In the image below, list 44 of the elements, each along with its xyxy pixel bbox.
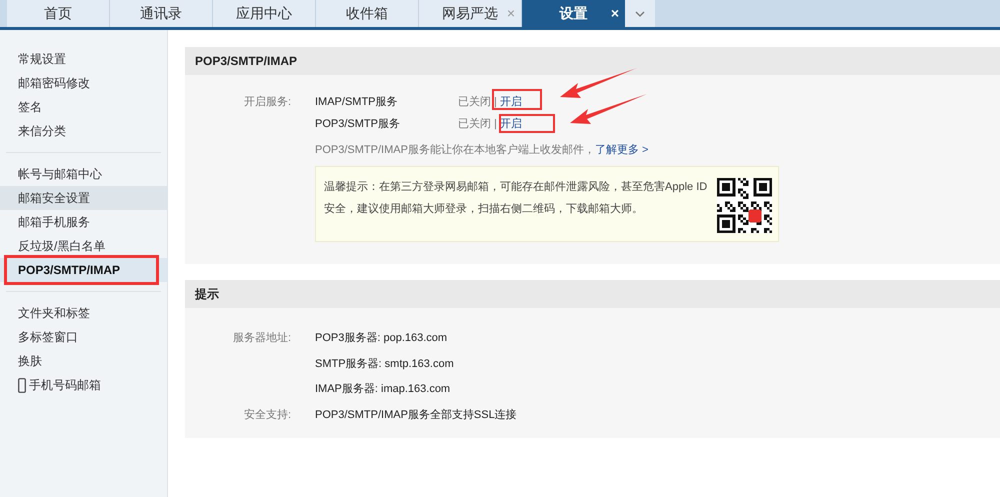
sidebar-item[interactable]: 多标签窗口 <box>0 325 167 349</box>
sidebar-item[interactable]: 邮箱安全设置 <box>0 186 167 210</box>
sidebar-item[interactable]: 来信分类 <box>0 119 167 143</box>
sidebar-item[interactable]: 文件夹和标签 <box>0 301 167 325</box>
sidebar-item[interactable]: 邮箱手机服务 <box>0 210 167 234</box>
phone-icon <box>18 378 26 392</box>
description-text: POP3/SMTP/IMAP服务能让你在本地客户端上收发邮件， <box>315 142 595 158</box>
separator: | <box>494 116 497 132</box>
service-status: 已关闭 <box>458 94 491 110</box>
field-label: 开启服务: <box>242 94 292 110</box>
panel-title: 提示 <box>195 286 219 303</box>
enable-link[interactable]: 开启 <box>500 116 522 132</box>
service-name: POP3/SMTP服务 <box>315 116 401 132</box>
field-value: IMAP服务器: imap.163.com <box>315 382 452 397</box>
caret-icon <box>635 10 645 16</box>
field-label: 安全支持: <box>242 408 292 422</box>
field-value: POP3/SMTP/IMAP服务全部支持SSL连接 <box>315 408 517 422</box>
sidebar-item[interactable]: 换肤 <box>0 349 167 373</box>
tab[interactable]: 首页 <box>7 0 110 27</box>
field-value: POP3服务器: pop.163.com <box>315 331 448 346</box>
qr-code-icon <box>717 178 772 233</box>
sidebar-item[interactable]: 常规设置 <box>0 47 167 71</box>
service-status: 已关闭 <box>458 116 491 132</box>
tab[interactable]: 收件箱 <box>316 0 419 27</box>
close-button[interactable]: × <box>610 3 619 24</box>
sidebar-item[interactable]: 邮箱密码修改 <box>0 71 167 95</box>
tab[interactable]: 网易严选 × <box>419 0 522 27</box>
tab[interactable]: 应用中心 <box>213 0 316 27</box>
field-label: 服务器地址: <box>232 331 292 346</box>
sidebar-item[interactable]: 手机号码邮箱 <box>0 373 167 397</box>
dropdown-button[interactable] <box>625 0 655 27</box>
sidebar-item[interactable]: POP3/SMTP/IMAP <box>0 258 167 282</box>
sidebar-item[interactable]: 反垃圾/黑白名单 <box>0 234 167 258</box>
separator: | <box>494 94 497 110</box>
tip-text: 温馨提示：在第三方登录网易邮箱，可能存在邮件泄露风险，甚至危害Apple ID安全，建议使用邮箱大师登录，扫描右侧二维码，下载邮箱大师。 <box>324 180 708 217</box>
panel-title: POP3/SMTP/IMAP <box>195 53 298 70</box>
sidebar-item[interactable]: 帐号与邮箱中心 <box>0 162 167 186</box>
tab[interactable]: 通讯录 <box>110 0 213 27</box>
tab[interactable]: 设置 × <box>522 0 625 27</box>
field-value: SMTP服务器: smtp.163.com <box>315 356 454 372</box>
sidebar-item[interactable]: 签名 <box>0 95 167 119</box>
service-name: IMAP/SMTP服务 <box>315 94 399 110</box>
enable-link[interactable]: 开启 <box>500 94 522 110</box>
learn-more-link[interactable]: 了解更多 > <box>594 140 648 160</box>
